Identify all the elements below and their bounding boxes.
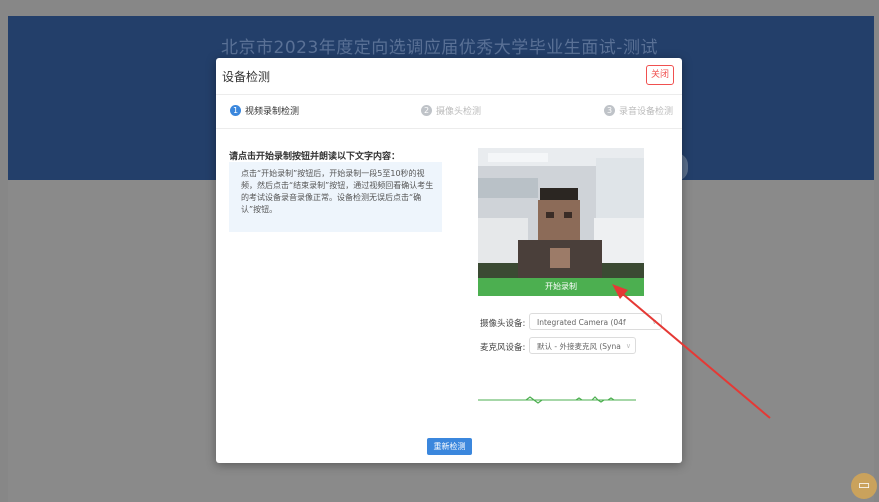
dialog-header: 设备检测 关闭 <box>216 58 682 95</box>
chevron-down-icon: ∨ <box>625 342 631 350</box>
step-camera-check: 2 摄像头检测 <box>421 104 481 117</box>
device-check-dialog: 设备检测 关闭 1 视频录制检测 2 摄像头检测 3 录音设备检测 请点击开始录… <box>216 58 682 463</box>
step-indicator: 1 视频录制检测 2 摄像头检测 3 录音设备检测 <box>216 94 682 129</box>
step-label: 摄像头检测 <box>436 107 482 117</box>
microphone-device-label: 麦克风设备: <box>480 343 526 353</box>
camera-device-value: Integrated Camera (04f <box>537 318 626 327</box>
page-title: 北京市2023年度定向选调应届优秀大学毕业生面试-测试 <box>221 38 658 58</box>
close-button[interactable]: 关闭 <box>646 65 674 85</box>
instructions-title: 请点击开始录制按钮并朗读以下文字内容： <box>229 152 401 162</box>
camera-device-label: 摄像头设备: <box>480 319 526 329</box>
recheck-button[interactable]: 重新检测 <box>427 438 472 455</box>
step-audio-check: 3 录音设备检测 <box>604 104 673 117</box>
step-label: 视频录制检测 <box>245 107 300 117</box>
chat-help-icon[interactable]: ▭ <box>851 473 877 499</box>
dialog-title: 设备检测 <box>222 70 271 84</box>
microphone-device-select[interactable]: 默认 - 外接麦克风 (Syna ∨ <box>529 337 636 354</box>
step-number: 2 <box>421 105 432 116</box>
camera-device-select[interactable]: Integrated Camera (04f ∨ <box>529 313 662 330</box>
step-video-record: 1 视频录制检测 <box>230 104 299 117</box>
step-label: 录音设备检测 <box>619 107 674 117</box>
instructions-text: 点击“开始录制”按钮后，开始录制一段5至10秒的视频，然后点击“结束录制”按钮，… <box>241 169 434 214</box>
audio-waveform <box>478 396 636 404</box>
camera-preview-image <box>478 148 644 278</box>
step-number: 1 <box>230 105 241 116</box>
chevron-down-icon: ∨ <box>651 318 657 326</box>
step-number: 3 <box>604 105 615 116</box>
instructions-box: 点击“开始录制”按钮后，开始录制一段5至10秒的视频，然后点击“结束录制”按钮，… <box>229 162 442 232</box>
start-record-button[interactable]: 开始录制 <box>478 278 644 296</box>
camera-preview <box>478 148 644 278</box>
microphone-device-value: 默认 - 外接麦克风 (Syna <box>537 342 621 351</box>
